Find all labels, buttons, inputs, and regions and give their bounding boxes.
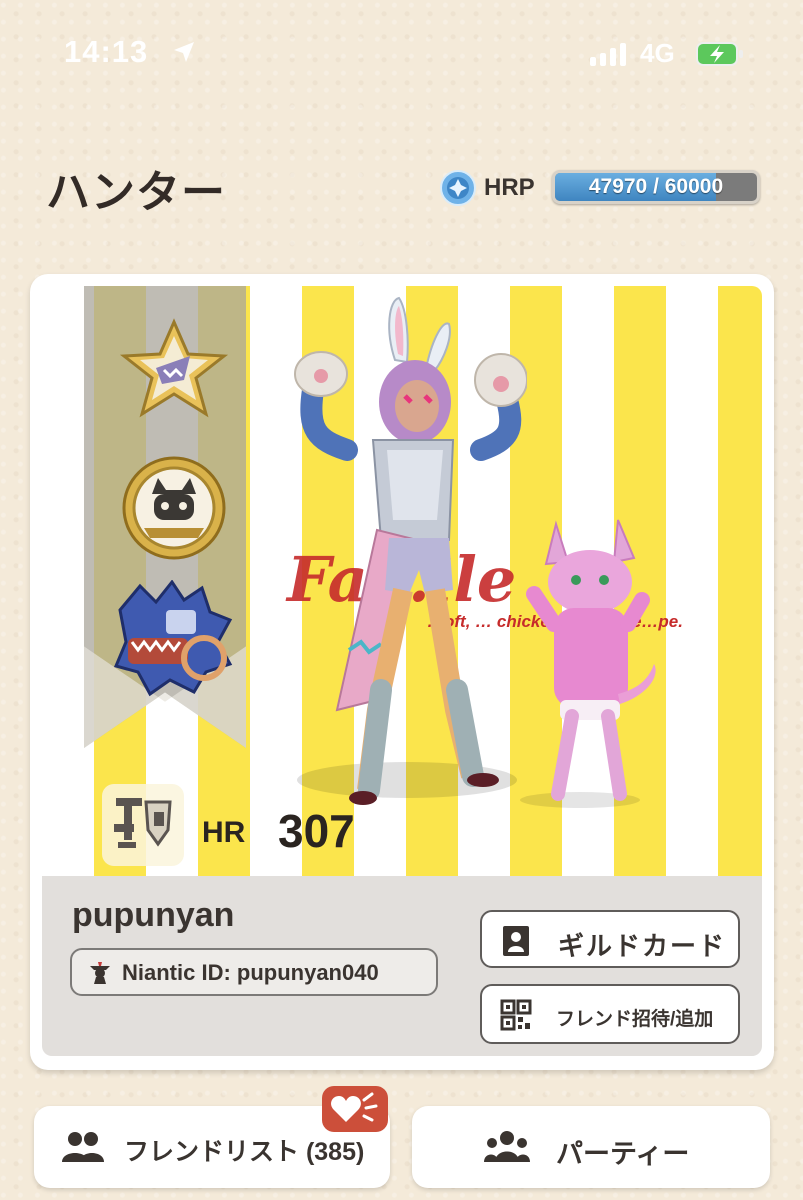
hunter-scene[interactable]: Fa…ile …oft, … chicken. …bonele…pe. <box>42 286 762 876</box>
monster-medal-icon[interactable] <box>110 580 240 698</box>
party-button[interactable]: パーティー <box>412 1106 770 1188</box>
hrp-progress-bar: 47970 / 60000 <box>552 170 760 204</box>
hunter-info-panel: pupunyan Niantic ID: pupunyan040 ギルドカード <box>42 876 762 1056</box>
friends-icon <box>62 1132 104 1162</box>
friend-invite-button[interactable]: フレンド招待/追加 <box>480 984 740 1044</box>
clock: 14:13 <box>64 34 149 69</box>
palico-character <box>520 519 656 808</box>
signal-bars-icon <box>590 42 626 66</box>
guild-card-icon <box>503 926 529 956</box>
hunter-character <box>294 296 527 805</box>
guild-card-button[interactable]: ギルドカード <box>480 910 740 968</box>
network-type: 4G <box>640 38 675 68</box>
hunter-rank-label: HR <box>202 816 246 849</box>
location-arrow-icon <box>174 42 194 62</box>
heart-badge <box>322 1086 388 1132</box>
status-bar: 14:13 4G <box>0 0 803 100</box>
niantic-avatar-icon <box>90 962 110 984</box>
username: pupunyan <box>72 896 235 934</box>
niantic-id-text: Niantic ID: pupunyan040 <box>122 960 379 985</box>
guild-card-label: ギルドカード <box>558 931 727 961</box>
friend-invite-label: フレンド招待/追加 <box>556 1009 714 1030</box>
page-title: ハンター <box>46 168 226 217</box>
star-medal-icon[interactable] <box>118 318 230 418</box>
weapon-sns-icon <box>114 798 172 848</box>
heart-badge-icon <box>331 1092 378 1122</box>
hunter-rank-value: 307 <box>278 805 355 857</box>
weapon-icon-box[interactable] <box>102 784 184 866</box>
hrp-value: 47970 / 60000 <box>588 175 724 198</box>
qr-code-icon <box>500 999 532 1031</box>
hrp-crystal-icon <box>440 170 476 206</box>
battery-charging-icon <box>696 42 743 66</box>
niantic-id-chip[interactable]: Niantic ID: pupunyan040 <box>70 948 438 996</box>
hrp-label: HRP <box>484 174 535 201</box>
friend-list-label: フレンドリスト (385) <box>124 1138 365 1166</box>
party-icon <box>484 1131 530 1162</box>
party-label: パーティー <box>556 1139 690 1169</box>
hunter-card: Fa…ile …oft, … chicken. …bonele…pe. <box>30 274 774 1070</box>
palico-coin-medal-icon[interactable] <box>120 454 228 562</box>
